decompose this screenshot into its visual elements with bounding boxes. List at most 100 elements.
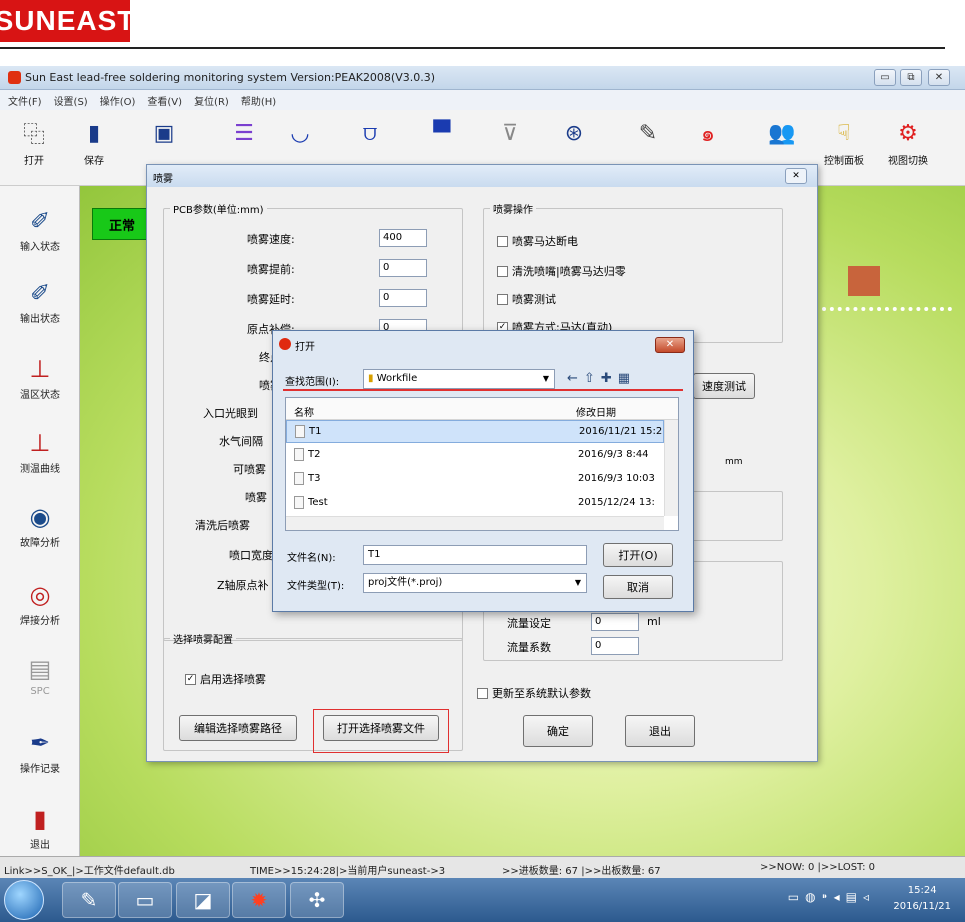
file-name: T2 [308, 449, 321, 460]
update-default-label: 更新至系统默认参数 [492, 687, 591, 700]
sidebar-item-temp-curve[interactable]: ⊥ 测温曲线 [0, 426, 80, 475]
sidebar-item-output-status[interactable]: ✐ 输出状态 [0, 276, 80, 325]
file-row-t3[interactable]: T3 2016/9/3 10:03 [286, 468, 664, 491]
sidebar-item-temp-zone[interactable]: ⊥ 温区状态 [0, 352, 80, 401]
nav-icons[interactable]: ←⇧✚▦ [567, 371, 636, 386]
toolbar-open-button[interactable]: ⿻打开 [2, 118, 66, 167]
spray-dialog-close-button[interactable]: ✕ [785, 168, 807, 184]
close-button[interactable]: ✕ [928, 69, 950, 86]
toolbar-view-switch-button[interactable]: ⚙ 视图切换 [876, 118, 940, 168]
clean-nozzle-label: 清洗喷嘴|喷雾马达归零 [512, 265, 626, 278]
status-now: >>NOW: 0 |>>LOST: 0 [760, 862, 875, 873]
toolbar-control-panel-button[interactable]: ☟ 控制面板 [812, 118, 876, 168]
horizontal-scrollbar[interactable] [286, 516, 664, 530]
toolbar-conveyor-button[interactable]: ☰ [212, 118, 276, 152]
toolbar-spiral-button[interactable]: ๑ [676, 118, 740, 152]
menu-help[interactable]: 帮助(H) [241, 93, 276, 108]
toolbar-tank-button[interactable]: ▀ [410, 118, 474, 152]
minimize-button[interactable]: ▭ [874, 69, 896, 86]
open-dialog-close-button[interactable]: ✕ [655, 337, 685, 353]
taskbar: ✎ ▭ ◪ ✹ ✣ ▭◍⁍◂▤◃ 15:24 2016/11/21 [0, 878, 965, 922]
open-button[interactable]: 打开(O) [603, 543, 673, 567]
spray-test-checkbox[interactable]: 喷雾测试 [497, 291, 556, 307]
flow-set-input[interactable]: 0 [591, 613, 639, 631]
menu-view[interactable]: 查看(V) [147, 93, 182, 108]
vertical-scrollbar[interactable] [664, 420, 678, 516]
toolbar-label: 打开 [24, 156, 44, 167]
file-icon [294, 448, 304, 461]
column-name-header[interactable]: 名称 [294, 404, 314, 419]
taskbar-app-5[interactable]: ✣ [290, 882, 344, 918]
menu-reset[interactable]: 复位(R) [194, 93, 229, 108]
tools-icon: ✎ [80, 888, 98, 912]
spray-ops-legend: 喷雾操作 [493, 205, 533, 216]
status-count: >>进板数量: 67 |>>出板数量: 67 [502, 866, 661, 877]
toolbar-flux-button[interactable]: ⊽ [478, 118, 542, 152]
filetype-select[interactable]: proj文件(*.proj) ▼ [363, 573, 587, 593]
system-tray[interactable]: ▭◍⁍◂▤◃ [788, 890, 875, 904]
motor-off-checkbox[interactable]: 喷雾马达断电 [497, 233, 578, 249]
status-file: Link>>S_OK_|>工作文件default.db [4, 866, 175, 877]
toolbar-tools-button[interactable]: ✎ [616, 118, 680, 152]
sidebar-item-input-status[interactable]: ✐ 输入状态 [0, 204, 80, 253]
menu-operate[interactable]: 操作(O) [100, 93, 136, 108]
toolbar-globe-button[interactable]: ⊛ [542, 118, 606, 152]
restore-button[interactable]: ⧉ [900, 69, 922, 86]
water-gap-label: 水气间隔 [219, 435, 263, 448]
taskbar-explorer[interactable]: ▭ [118, 882, 172, 918]
sidebar-item-weld-analysis[interactable]: ◎ 焊接分析 [0, 578, 80, 627]
start-button[interactable] [4, 880, 44, 920]
toolbar-save-button[interactable]: ▮ 保存 [62, 118, 126, 168]
toolbar-save-as-button[interactable]: ▣ [132, 118, 196, 152]
save-icon: ▮ [87, 120, 101, 146]
machine-block [848, 266, 880, 296]
clean-nozzle-checkbox[interactable]: 清洗喷嘴|喷雾马达归零 [497, 263, 626, 279]
flux-icon: ⊽ [501, 120, 519, 146]
file-row-t2[interactable]: T2 2016/9/3 8:44 [286, 444, 664, 467]
log-icon: ✒ [29, 729, 51, 757]
file-icon [294, 496, 304, 509]
lookin-combo[interactable]: ▮ Workfile ▼ [363, 369, 555, 389]
open-icon: ⿻ [22, 123, 45, 148]
ok-button[interactable]: 确定 [523, 715, 593, 747]
column-date-header[interactable]: 修改日期 [576, 404, 616, 419]
temp-curve-icon: ⊥ [29, 429, 51, 457]
cancel-button[interactable]: 取消 [603, 575, 673, 599]
spray-delay-input[interactable]: 0 [379, 289, 427, 307]
update-default-checkbox[interactable]: 更新至系统默认参数 [477, 685, 591, 701]
toolbar-users-button[interactable]: 👥 [750, 118, 814, 152]
file-row-t1[interactable]: T1 2016/11/21 15:2 [286, 420, 664, 443]
menu-settings[interactable]: 设置(S) [54, 93, 88, 108]
taskbar-app-3[interactable]: ◪ [176, 882, 230, 918]
menu-file[interactable]: 文件(F) [8, 93, 42, 108]
taskbar-app-4[interactable]: ✹ [232, 882, 286, 918]
file-date: 2016/9/3 10:03 [578, 473, 655, 484]
filename-input[interactable]: T1 [363, 545, 587, 565]
sidebar-item-log[interactable]: ✒ 操作记录 [0, 726, 80, 775]
status-indicator: 正常 [92, 208, 154, 240]
speed-test-button[interactable]: 速度测试 [693, 373, 755, 399]
folder-icon: ▭ [135, 888, 155, 912]
toolbar-wave1-button[interactable]: ◡ [268, 118, 332, 152]
file-date: 2016/9/3 8:44 [578, 449, 649, 460]
toolbar-wave2-button[interactable]: ⩌ [338, 118, 402, 152]
highlight-line [283, 389, 683, 391]
exit-button[interactable]: 退出 [625, 715, 695, 747]
taskbar-app-1[interactable]: ✎ [62, 882, 116, 918]
flow-coef-input[interactable]: 0 [591, 637, 639, 655]
edit-spray-path-button[interactable]: 编辑选择喷雾路径 [179, 715, 297, 741]
file-list-header: 名称 修改日期 [286, 398, 678, 420]
taskbar-clock[interactable]: 15:24 2016/11/21 [893, 883, 951, 915]
file-row-test[interactable]: Test 2015/12/24 13: [286, 492, 664, 514]
status-bar: Link>>S_OK_|>工作文件default.db TIME>>15:24:… [0, 856, 965, 878]
flow-coef-label: 流量系数 [507, 641, 551, 654]
sprayable-label: 可喷雾 [233, 463, 266, 476]
sidebar-item-spc[interactable]: ▤ SPC [0, 652, 80, 697]
header-divider [0, 47, 945, 49]
sidebar-item-fault-analysis[interactable]: ◉ 故障分析 [0, 500, 80, 549]
spray-advance-input[interactable]: 0 [379, 259, 427, 277]
open-spray-file-button[interactable]: 打开选择喷雾文件 [323, 715, 439, 741]
spray-speed-input[interactable]: 400 [379, 229, 427, 247]
enable-select-spray-checkbox[interactable]: ✓ 启用选择喷雾 [185, 671, 266, 687]
sidebar-item-exit[interactable]: ▮ 退出 [0, 802, 80, 851]
